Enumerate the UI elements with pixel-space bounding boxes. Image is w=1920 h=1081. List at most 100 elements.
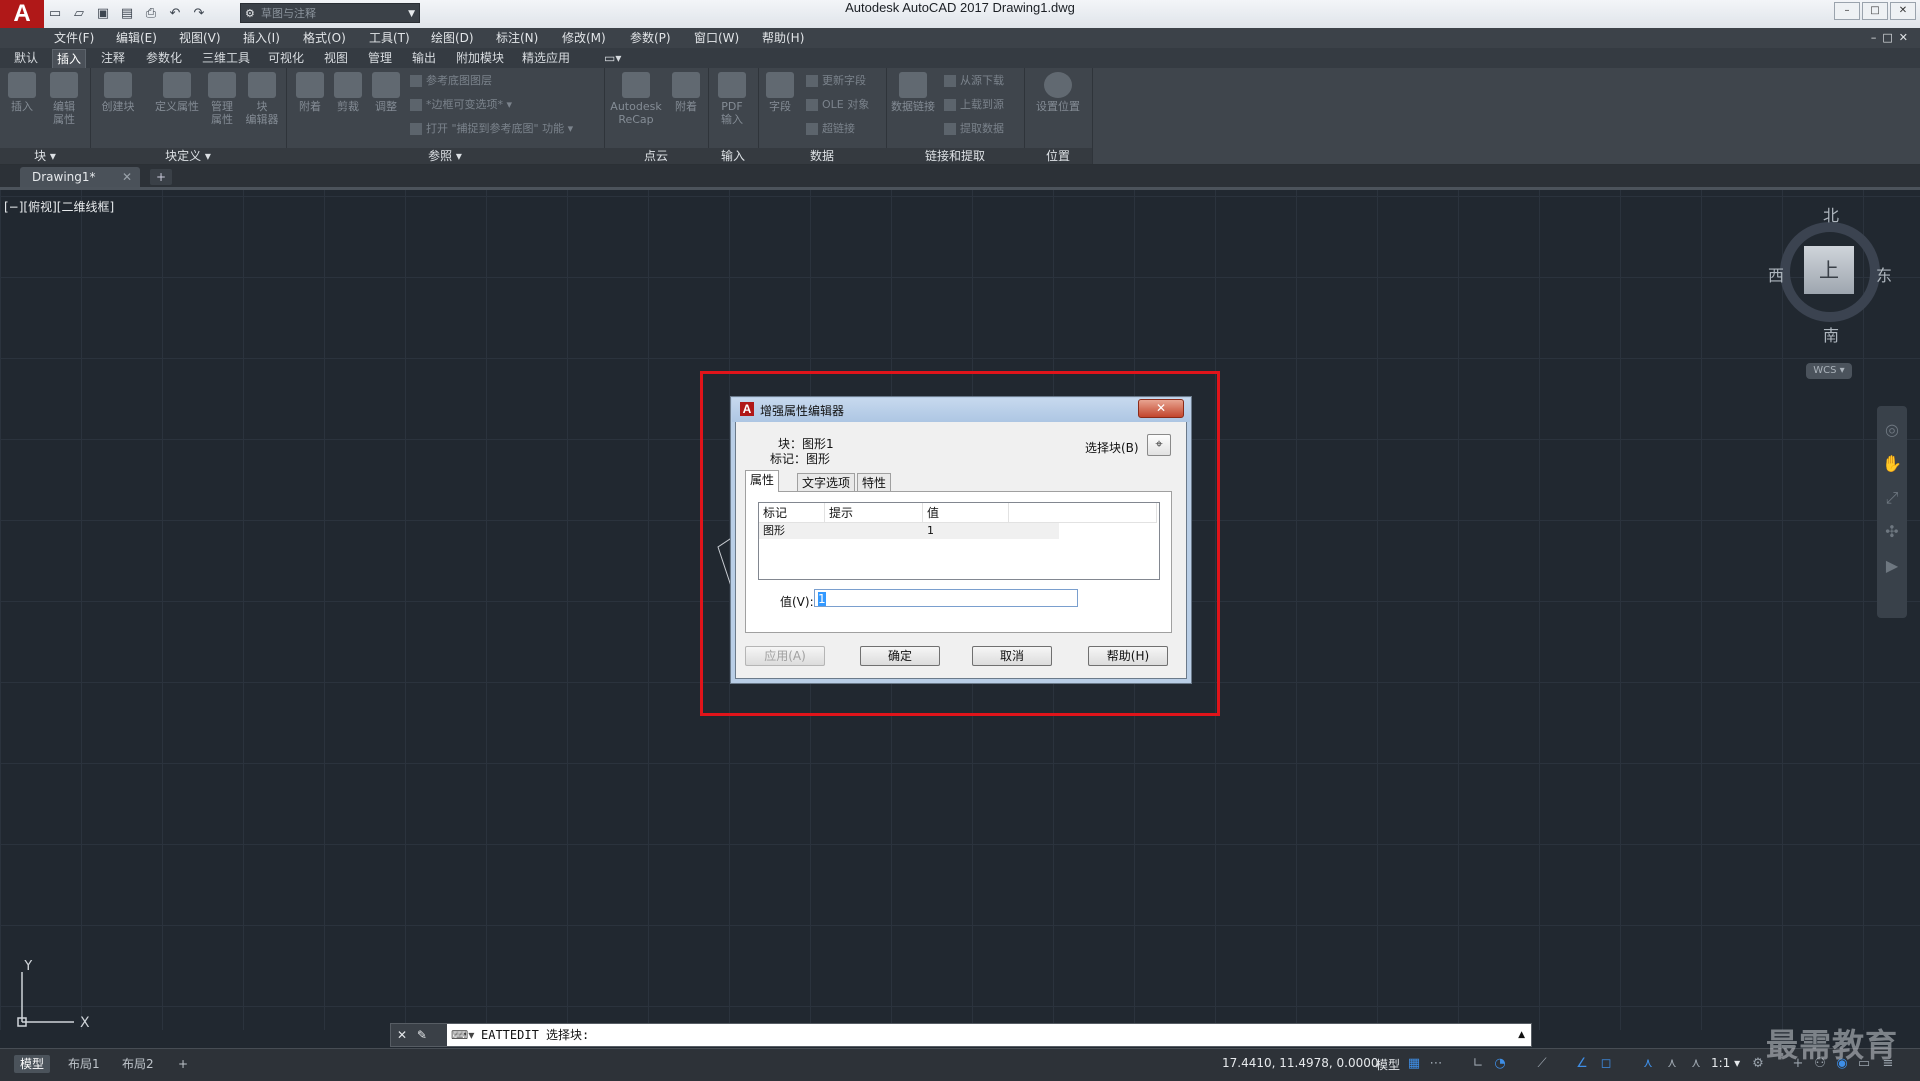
tab-view[interactable]: 视图 xyxy=(320,49,352,68)
wrench-icon[interactable]: ✎ xyxy=(417,1028,427,1042)
tab-insert[interactable]: 插入 xyxy=(52,49,87,69)
block-editor-button[interactable]: 块编辑器 xyxy=(242,72,282,126)
menu-modify[interactable]: 修改(M) xyxy=(562,28,606,48)
auto-scale-icon[interactable]: ⋏ xyxy=(1664,1055,1680,1073)
ortho-icon[interactable]: ∟ xyxy=(1470,1055,1486,1073)
zoom-extents-icon[interactable]: ⤢ xyxy=(1882,488,1902,508)
cancel-button[interactable]: 取消 xyxy=(972,646,1052,666)
annotation-visibility-icon[interactable]: ⋏ xyxy=(1640,1055,1656,1073)
workspace-dropdown[interactable]: ⚙ 草图与注释 ▼ xyxy=(240,3,420,23)
apply-button[interactable]: 应用(A) xyxy=(745,646,825,666)
new-tab-button[interactable]: + xyxy=(150,169,172,185)
annotation-scale-dropdown[interactable]: 1:1 ▾ xyxy=(1711,1056,1740,1070)
command-line-handle[interactable]: ✕ ✎ xyxy=(391,1024,447,1046)
panel-block-title[interactable]: 块 ▾ xyxy=(0,148,90,164)
edit-attribute-button[interactable]: 编辑 属性 xyxy=(44,72,84,126)
upload-source-button[interactable]: 上载到源 xyxy=(944,96,1004,114)
command-close-icon[interactable]: ✕ xyxy=(397,1028,407,1042)
coordinates-readout[interactable]: 17.4410, 11.4978, 0.0000 xyxy=(1222,1056,1379,1070)
minimize-button[interactable]: – xyxy=(1834,2,1860,20)
steering-wheel-icon[interactable]: ◎ xyxy=(1882,420,1902,440)
table-row[interactable]: 图形 1 xyxy=(759,523,1059,539)
camera-icon[interactable]: ▭▾ xyxy=(600,49,625,68)
viewport-controls[interactable]: [−][俯视][二维线框] xyxy=(4,198,114,215)
object-snap-tracking-icon[interactable]: ∠ xyxy=(1574,1055,1590,1073)
value-input[interactable]: 1 xyxy=(814,589,1078,607)
extract-data-button[interactable]: 提取数据 xyxy=(944,120,1004,138)
menu-edit[interactable]: 编辑(E) xyxy=(116,28,157,48)
autocad-logo-button[interactable]: A xyxy=(0,0,44,28)
add-layout-button[interactable]: + xyxy=(172,1055,194,1073)
menu-window[interactable]: 窗口(W) xyxy=(694,28,739,48)
tab-default[interactable]: 默认 xyxy=(10,49,42,68)
new-icon[interactable]: ▭ xyxy=(46,5,64,23)
command-history-toggle[interactable]: ▲ xyxy=(1518,1024,1525,1046)
insert-block-button[interactable]: 插入 xyxy=(2,72,42,113)
hyperlink-button[interactable]: 超链接 xyxy=(806,120,855,138)
frame-variable-dropdown[interactable]: *边框可变选项* ▾ xyxy=(410,96,512,114)
orbit-icon[interactable]: ✣ xyxy=(1882,522,1902,542)
document-tab-drawing1[interactable]: Drawing1* ✕ xyxy=(20,167,140,187)
manage-attribute-button[interactable]: 管理 属性 xyxy=(202,72,242,126)
compass-west[interactable]: 西 xyxy=(1768,262,1784,286)
ole-object-button[interactable]: OLE 对象 xyxy=(806,96,869,114)
underlay-layers-button[interactable]: 参考底图图层 xyxy=(410,72,492,90)
column-header-value[interactable]: 值 xyxy=(923,503,1009,523)
snap-underlay-button[interactable]: 打开 "捕捉到参考底图" 功能 ▾ xyxy=(410,120,573,138)
tab-featured-apps[interactable]: 精选应用 xyxy=(518,49,574,68)
compass-north[interactable]: 北 xyxy=(1823,202,1839,226)
recap-button[interactable]: Autodesk ReCap xyxy=(608,72,664,126)
define-attribute-button[interactable]: 定义属性 xyxy=(150,72,204,113)
panel-block-definition-title[interactable]: 块定义 ▾ xyxy=(90,148,286,164)
viewcube[interactable]: 上 北 南 东 西 xyxy=(1768,206,1892,345)
close-button[interactable]: ✕ xyxy=(1890,2,1916,20)
compass-east[interactable]: 东 xyxy=(1876,262,1892,286)
menu-insert[interactable]: 插入(I) xyxy=(243,28,280,48)
attach-button[interactable]: 附着 xyxy=(290,72,330,113)
create-block-button[interactable]: 创建块 xyxy=(98,72,138,113)
object-snap-icon[interactable]: ◻ xyxy=(1598,1055,1614,1073)
command-prompt-icon[interactable]: ⌨▾ xyxy=(451,1024,474,1046)
tab-text-options[interactable]: 文字选项 xyxy=(797,473,856,492)
column-header-prompt[interactable]: 提示 xyxy=(825,503,923,523)
print-icon[interactable]: ⎙ xyxy=(142,5,160,23)
model-space-toggle[interactable]: 模型 xyxy=(1376,1056,1400,1073)
snap-mode-icon[interactable]: ⋯ xyxy=(1428,1055,1444,1073)
update-fields-button[interactable]: 更新字段 xyxy=(806,72,866,90)
layout-tab-1[interactable]: 布局1 xyxy=(62,1055,106,1073)
field-button[interactable]: 字段 xyxy=(760,72,800,113)
pointcloud-attach-button[interactable]: 附着 xyxy=(666,72,706,113)
dialog-close-button[interactable]: ✕ xyxy=(1138,399,1184,418)
tab-manage[interactable]: 管理 xyxy=(364,49,396,68)
tab-attribute[interactable]: 属性 xyxy=(745,470,780,492)
layout-tab-model[interactable]: 模型 xyxy=(14,1055,51,1073)
menu-dimension[interactable]: 标注(N) xyxy=(496,28,538,48)
pan-icon[interactable]: ✋ xyxy=(1882,454,1902,474)
ok-button[interactable]: 确定 xyxy=(860,646,940,666)
menu-draw[interactable]: 绘图(D) xyxy=(431,28,474,48)
menu-format[interactable]: 格式(O) xyxy=(303,28,346,48)
annotation-scale-icon[interactable]: ⋏ xyxy=(1688,1055,1704,1073)
save-as-icon[interactable]: ▤ xyxy=(118,5,136,23)
download-source-button[interactable]: 从源下载 xyxy=(944,72,1004,90)
wcs-menu[interactable]: WCS ▾ xyxy=(1806,363,1852,379)
menu-parametric[interactable]: 参数(P) xyxy=(630,28,671,48)
menu-file[interactable]: 文件(F) xyxy=(54,28,94,48)
close-icon[interactable]: ✕ xyxy=(122,167,132,187)
column-header-tag[interactable]: 标记 xyxy=(759,503,825,523)
set-location-button[interactable]: 设置位置 xyxy=(1030,72,1086,113)
grid-icon[interactable]: ▦ xyxy=(1406,1055,1422,1073)
tab-properties[interactable]: 特性 xyxy=(857,473,892,492)
polar-tracking-icon[interactable]: ◔ xyxy=(1492,1055,1508,1073)
open-icon[interactable]: ▱ xyxy=(70,5,88,23)
redo-icon[interactable]: ↷ xyxy=(190,5,208,23)
compass-south[interactable]: 南 xyxy=(1823,322,1839,346)
adjust-button[interactable]: 调整 xyxy=(366,72,406,113)
workspace-gear-icon[interactable]: ⚙ xyxy=(1750,1055,1766,1073)
dialog-title-bar[interactable]: A 增强属性编辑器 ✕ xyxy=(732,398,1190,422)
tab-annotate[interactable]: 注释 xyxy=(97,49,129,68)
isodraft-icon[interactable]: ⟋ xyxy=(1534,1055,1550,1073)
tab-visualize[interactable]: 可视化 xyxy=(264,49,308,68)
menu-help[interactable]: 帮助(H) xyxy=(762,28,804,48)
maximize-button[interactable]: □ xyxy=(1862,2,1888,20)
